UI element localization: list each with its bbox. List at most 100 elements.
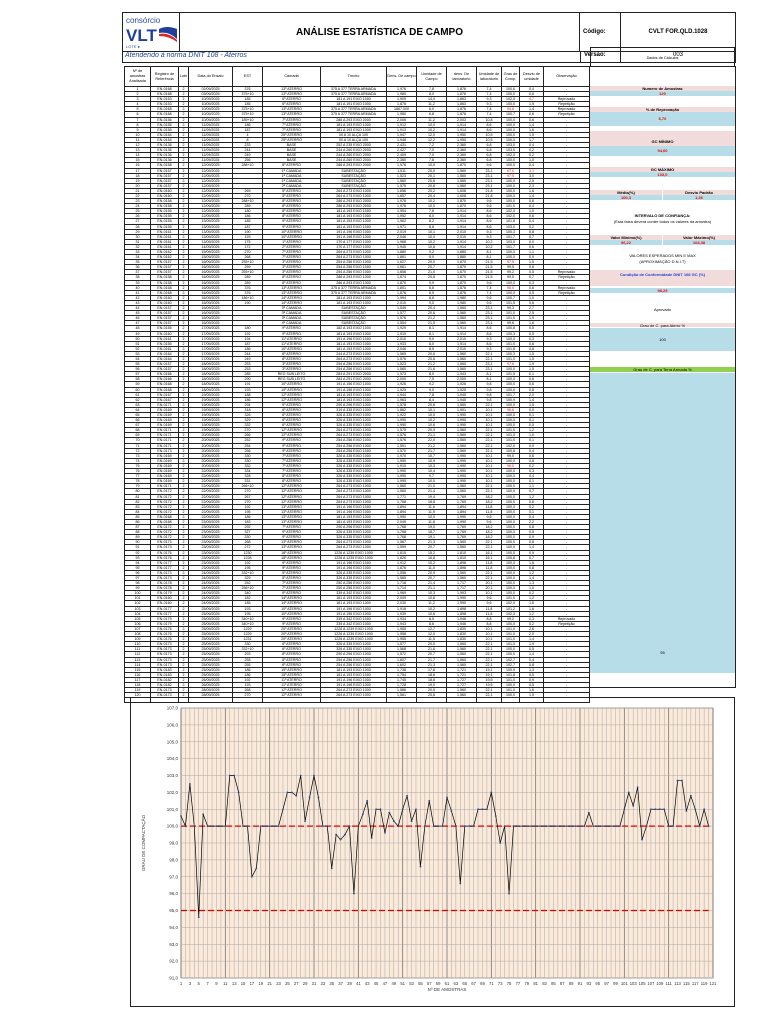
gc-data-point (397, 825, 400, 828)
y-tick-label: 107,0 (167, 706, 179, 711)
table-header-row: Nº de amostras Analisada Registro de Refe… (124, 66, 590, 87)
x-tick-label: 63 (454, 981, 459, 986)
column-header: Trecho (320, 66, 387, 87)
gc-data-point (237, 791, 240, 794)
conformity-label: Condição de Conformidade DNIT 108 GC (%) (590, 270, 735, 286)
code-label: Código: (580, 13, 621, 51)
svg-text:VLT: VLT (126, 26, 157, 45)
gc-data-point (441, 825, 444, 828)
gc-data-point (539, 825, 541, 828)
x-tick-label: 19 (258, 981, 263, 986)
gc-data-point (636, 786, 639, 789)
gc-data-point (357, 825, 360, 828)
x-tick-label: 9 (215, 981, 218, 986)
gc-data-point (583, 825, 586, 828)
gc-data-point (521, 825, 524, 828)
column-header: Umidade de laboratorio (476, 66, 502, 87)
x-tick-label: 97 (604, 981, 609, 986)
x-tick-label: 89 (569, 981, 574, 986)
gc-data-point (410, 820, 413, 822)
gc-data-point (698, 825, 701, 828)
gc-data-point (246, 825, 249, 828)
norm-subtitle: Atendendo à norma DNIT 108 - Aterros (125, 52, 247, 59)
x-tick-label: 93 (587, 981, 592, 986)
x-tick-label: 31 (312, 981, 317, 986)
gc-data-point (419, 865, 422, 868)
gc-data-point (472, 825, 475, 828)
y-tick-label: 91,0 (169, 976, 178, 981)
x-tick-label: 33 (321, 981, 326, 986)
gc-data-point (579, 825, 581, 828)
gc-data-point (548, 825, 550, 828)
gc-data-point (530, 825, 533, 828)
x-tick-label: 121 (710, 981, 718, 986)
column-header: Umidade de Campo (416, 66, 447, 87)
gc-data-point (707, 825, 710, 828)
x-tick-label: 45 (374, 981, 379, 986)
x-tick-label: 75 (507, 981, 512, 986)
gc-data-point (534, 825, 537, 828)
gc-data-point (681, 779, 683, 782)
gc-data-point (273, 825, 275, 828)
x-tick-label: 15 (241, 981, 246, 986)
gc-data-point (384, 831, 386, 834)
gc-data-point (317, 796, 320, 799)
gc-data-point (335, 833, 338, 836)
gc-data-point (392, 820, 395, 822)
y-axis-label: GRAU DE COMPACTAÇÃO (140, 814, 146, 871)
column-header: dens. De laboratorio (446, 66, 477, 87)
gc-data-point (459, 882, 462, 885)
gc-data-point (512, 825, 515, 828)
confidence-interval-title: INTERVALO DE CONFIANÇA: (634, 213, 691, 218)
gc-data-point (242, 825, 244, 828)
x-tick-label: 61 (445, 981, 450, 986)
compaction-chart: 91,0 92,0 93,0 94,0 95,0 96,0 97,0 98,0 99,0 100,… (130, 697, 735, 1007)
column-header: Dens. De campo (386, 66, 417, 87)
x-tick-label: 101 (621, 981, 629, 986)
gc-data-point (415, 808, 417, 811)
gc-data-point (525, 825, 528, 828)
document-title: ANÁLISE ESTATÍSTICA DE CAMPO (180, 13, 580, 51)
gc-data-point (206, 825, 209, 828)
gc-data-point (308, 796, 311, 799)
gc-data-point (592, 825, 595, 828)
gc-data-point (587, 811, 590, 814)
gc-data-point (375, 808, 377, 811)
column-header: Registro de Referência (150, 66, 179, 87)
gc-data-point (663, 808, 666, 811)
gc-data-point (339, 838, 342, 841)
x-tick-label: 57 (427, 981, 432, 986)
gc-data-point (428, 799, 431, 802)
gc-data-point (233, 774, 236, 777)
x-tick-label: 59 (436, 981, 441, 986)
gc-data-point (406, 794, 408, 797)
x-axis-label: Nº DE AMOSTRAS (428, 987, 467, 992)
confidence-interval-note: (Esta faixa deverá conter todos os valor… (613, 219, 712, 224)
y-tick-label: 96,0 (169, 891, 178, 896)
gc-data-point (361, 813, 364, 816)
gc-data-point (193, 825, 196, 828)
gc-data-point (494, 815, 497, 817)
x-tick-label: 3 (189, 981, 192, 986)
x-tick-label: 7 (206, 981, 209, 986)
gc-data-point (645, 825, 648, 828)
gc-data-point (503, 825, 506, 828)
x-tick-label: 99 (613, 981, 618, 986)
gc-data-point (224, 825, 227, 828)
gc-data-point (605, 825, 608, 828)
gc-data-point (685, 810, 688, 812)
gc-data-point (366, 799, 369, 802)
gc-data-point (481, 808, 484, 811)
gc-data-point (255, 867, 258, 870)
x-tick-label: 87 (560, 981, 565, 986)
gc-data-point (437, 825, 440, 828)
x-tick-label: 73 (498, 981, 503, 986)
x-tick-label: 119 (701, 981, 708, 986)
y-tick-label: 98,0 (169, 857, 178, 862)
x-tick-label: 103 (630, 981, 638, 986)
gc-data-point (601, 825, 604, 828)
x-tick-label: 65 (462, 981, 467, 986)
gc-data-point (268, 825, 271, 828)
x-tick-label: 27 (294, 981, 299, 986)
column-header: Desvio de umidade (519, 66, 544, 87)
